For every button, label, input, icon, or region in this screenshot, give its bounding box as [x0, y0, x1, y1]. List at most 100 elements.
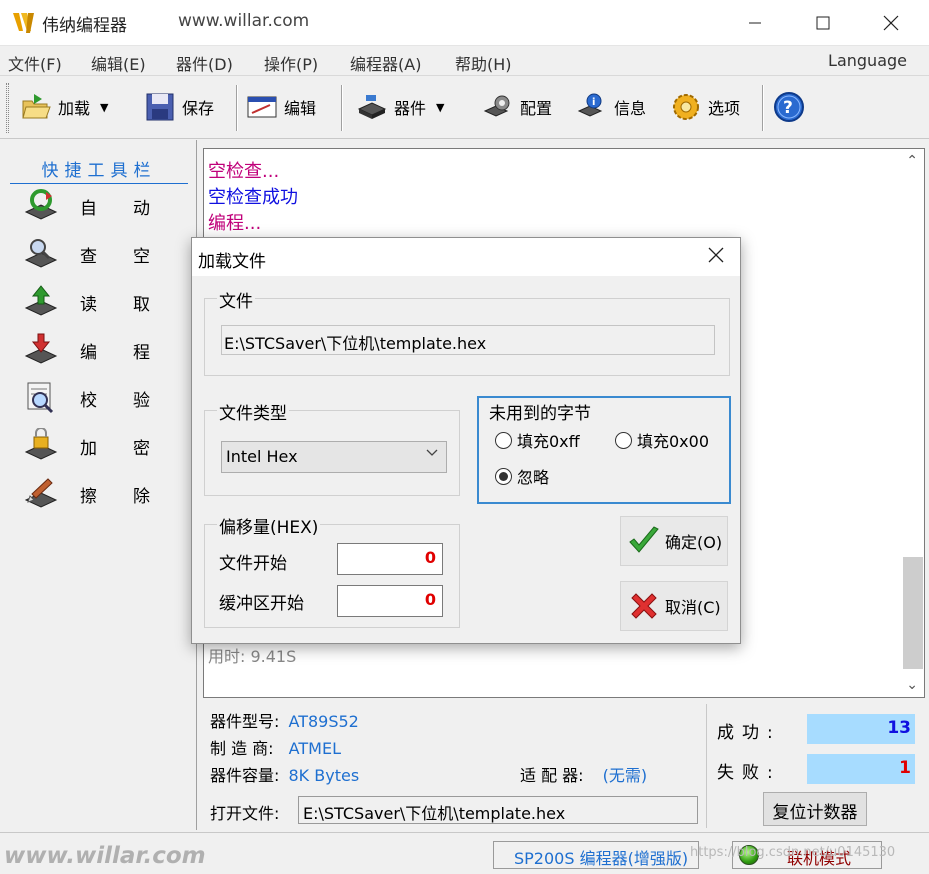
load-label: 加载 — [58, 99, 91, 118]
file-start-input[interactable]: 0 — [337, 543, 443, 575]
auto-cycle-icon — [24, 189, 58, 220]
menu-operation[interactable]: 操作(P) — [264, 51, 318, 75]
cancel-label: 取消(C) — [665, 598, 721, 617]
file-group: 文件 E:\STCSaver\下位机\template.hex — [204, 287, 730, 376]
cancel-button[interactable]: 取消(C) — [620, 581, 728, 631]
buffer-start-label: 缓冲区开始 — [219, 594, 304, 614]
quick-toolbar: 快捷工具栏 自动 查空 读取 编程 校验 加密 擦除 — [0, 140, 197, 830]
fail-count: 1 — [807, 754, 915, 784]
quick-erase-label: 擦除 — [80, 486, 186, 507]
fill-00-label: 填充0x00 — [637, 432, 710, 451]
fill-ff-radio[interactable]: 填充0xff — [495, 428, 580, 452]
capacity-value: 8K Bytes — [288, 766, 360, 785]
reset-counter-button[interactable]: 复位计数器 — [763, 792, 867, 826]
erase-brush-icon — [24, 478, 58, 508]
close-icon — [708, 247, 724, 263]
scroll-up-icon[interactable]: ⌃ — [906, 153, 918, 169]
file-type-group: 文件类型 Intel Hex — [204, 399, 460, 496]
capacity-label: 器件容量: — [210, 766, 280, 785]
maximize-icon — [816, 16, 830, 30]
scrollbar-thumb[interactable] — [903, 557, 923, 669]
lock-icon — [24, 428, 58, 460]
quick-read-label: 读取 — [80, 294, 186, 315]
edit-window-icon — [247, 96, 277, 118]
scroll-down-icon[interactable]: ⌄ — [906, 677, 918, 693]
help-button[interactable]: ? — [773, 87, 805, 127]
title-bar: 伟纳编程器 www.willar.com — [0, 0, 929, 46]
program-arrow-icon — [24, 333, 58, 364]
log-line: 空检查... — [208, 161, 280, 182]
save-label: 保存 — [182, 99, 215, 118]
fill-00-radio[interactable]: 填充0x00 — [615, 428, 709, 452]
device-label: 器件 — [394, 99, 427, 118]
svg-text:i: i — [592, 97, 595, 108]
info-label: 信息 — [614, 99, 647, 118]
info-icon: i — [577, 93, 603, 117]
quick-read-button[interactable]: 读取 — [22, 282, 192, 322]
buffer-start-input[interactable]: 0 — [337, 585, 443, 617]
maximize-button[interactable] — [788, 0, 858, 46]
verify-magnifier-icon — [27, 382, 54, 414]
quick-program-button[interactable]: 编程 — [22, 330, 192, 370]
menu-language[interactable]: Language — [828, 51, 907, 70]
file-path-field[interactable]: E:\STCSaver\下位机\template.hex — [221, 325, 715, 355]
radio-icon — [495, 431, 512, 449]
chevron-down-icon[interactable]: ▼ — [100, 101, 108, 114]
menu-device[interactable]: 器件(D) — [176, 51, 233, 75]
menu-programmer[interactable]: 编程器(A) — [350, 51, 421, 75]
maker-row: 制 造 商: ATMEL — [210, 735, 341, 759]
toolbar-separator — [341, 85, 343, 131]
log-line: 用时: 9.41S — [208, 647, 297, 666]
ignore-label: 忽略 — [517, 468, 550, 487]
success-count: 13 — [807, 714, 915, 744]
toolbar-grip[interactable] — [6, 83, 9, 133]
window-close-button[interactable] — [856, 0, 926, 46]
edit-button[interactable]: 编辑 — [246, 87, 316, 127]
quick-auto-button[interactable]: 自动 — [22, 186, 192, 226]
menu-help[interactable]: 帮助(H) — [455, 51, 512, 75]
dialog-close-button[interactable] — [708, 244, 724, 269]
quick-blank-check-label: 查空 — [80, 246, 186, 267]
save-button[interactable]: 保存 — [144, 87, 214, 127]
quick-erase-button[interactable]: 擦除 — [22, 474, 192, 514]
dialog-title-bar: 加载文件 — [192, 238, 740, 276]
minimize-button[interactable] — [720, 0, 790, 46]
minimize-icon — [749, 22, 761, 24]
config-button[interactable]: 配置 — [482, 87, 552, 127]
log-line: 编程... — [208, 213, 262, 234]
menu-edit[interactable]: 编辑(E) — [91, 51, 146, 75]
toolbar-separator — [762, 85, 764, 131]
chevron-down-icon[interactable]: ▼ — [436, 101, 444, 114]
counter-panel: 成功: 13 失败: 1 复位计数器 — [706, 704, 924, 828]
maker-value: ATMEL — [288, 739, 341, 758]
quick-verify-label: 校验 — [80, 390, 186, 411]
app-logo-icon — [13, 13, 34, 33]
status-url: www.willar.com — [4, 843, 206, 869]
options-button[interactable]: 选项 — [670, 87, 740, 127]
ignore-radio[interactable]: 忽略 — [495, 464, 549, 488]
open-file-label: 打开文件: — [210, 804, 280, 823]
maker-label: 制 造 商: — [210, 739, 274, 758]
load-button[interactable]: 加载 ▼ — [20, 87, 108, 127]
success-label: 成功: — [717, 723, 781, 743]
capacity-row: 器件容量: 8K Bytes — [210, 762, 359, 786]
status-bar: www.willar.com SP200S 编程器(增强版) 联机模式 http… — [0, 832, 929, 874]
quick-verify-button[interactable]: 校验 — [22, 378, 192, 418]
status-device: SP200S 编程器(增强版) — [493, 841, 699, 869]
device-info-panel: 器件型号: AT89S52 制 造 商: ATMEL 器件容量: 8K Byte… — [203, 702, 703, 828]
device-button[interactable]: 器件 ▼ — [356, 87, 444, 127]
fill-ff-label: 填充0xff — [517, 432, 580, 451]
help-icon: ? — [774, 92, 804, 122]
ok-button[interactable]: 确定(O) — [620, 516, 728, 566]
menu-file[interactable]: 文件(F) — [8, 51, 62, 75]
file-type-select[interactable]: Intel Hex — [221, 441, 447, 473]
toolbar-separator — [236, 85, 238, 131]
unused-bytes-group-label: 未用到的字节 — [489, 404, 591, 424]
edit-label: 编辑 — [284, 99, 317, 118]
radio-selected-icon — [495, 467, 512, 485]
quick-encrypt-button[interactable]: 加密 — [22, 426, 192, 466]
quick-blank-check-button[interactable]: 查空 — [22, 234, 192, 274]
window-title: 伟纳编程器 — [42, 16, 127, 36]
options-label: 选项 — [708, 99, 741, 118]
info-button[interactable]: i 信息 — [576, 87, 646, 127]
